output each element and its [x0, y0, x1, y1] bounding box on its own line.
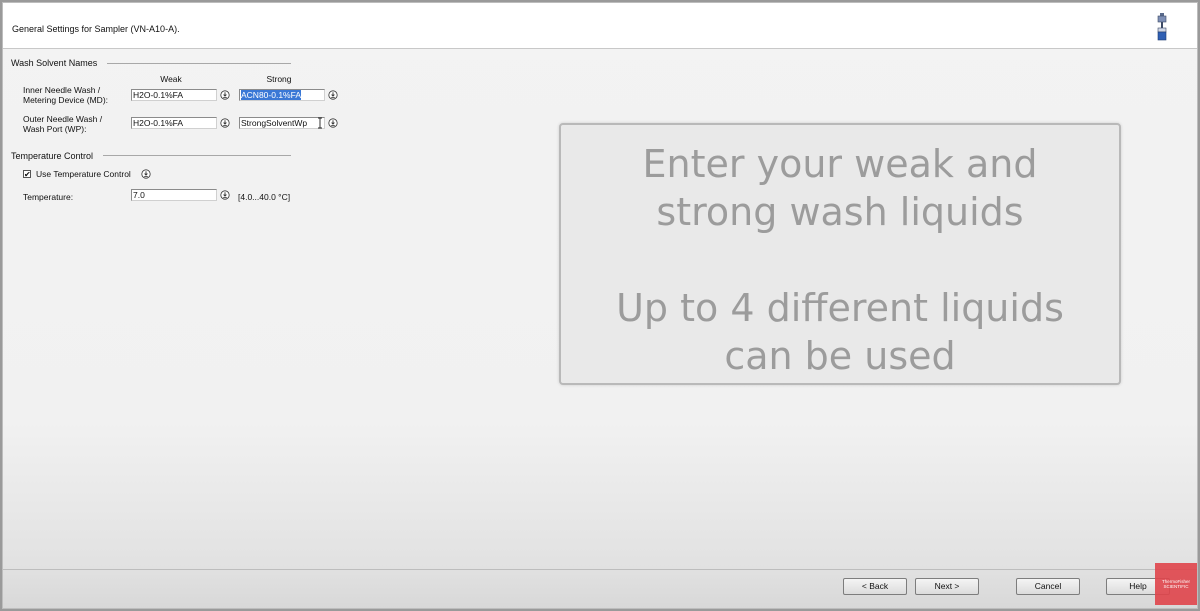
group-divider — [103, 155, 291, 156]
temperature-input[interactable]: 7.0 — [131, 189, 217, 201]
tutorial-overlay: Enter your weak and strong wash liquids … — [559, 123, 1121, 385]
help-icon[interactable] — [328, 90, 338, 100]
input-value: H2O-0.1%FA — [133, 118, 184, 128]
cancel-button[interactable]: Cancel — [1016, 578, 1080, 595]
logo-text: ThermoFisher SCIENTIFIC — [1161, 579, 1190, 589]
overlay-line-1: Enter your weak and — [642, 142, 1038, 186]
page-title: General Settings for Sampler (VN-A10-A). — [12, 24, 180, 34]
wash-solvent-names-heading: Wash Solvent Names — [11, 58, 98, 68]
temperature-label: Temperature: — [23, 192, 74, 202]
help-icon[interactable] — [220, 190, 230, 200]
thermofisher-logo: ThermoFisher SCIENTIFIC — [1155, 563, 1197, 605]
label-line: Wash Port (WP): — [23, 124, 87, 134]
input-value: 7.0 — [133, 190, 145, 200]
input-value: H2O-0.1%FA — [133, 90, 184, 100]
outer-needle-wash-label: Outer Needle Wash / Wash Port (WP): — [23, 114, 102, 134]
wizard-window: General Settings for Sampler (VN-A10-A).… — [2, 2, 1198, 609]
weak-column-header: Weak — [160, 74, 182, 84]
help-icon[interactable] — [220, 90, 230, 100]
temperature-range-hint: [4.0...40.0 °C] — [238, 192, 291, 202]
inner-strong-input[interactable]: ACN80-0.1%FA — [239, 89, 325, 101]
strong-column-header: Strong — [266, 74, 292, 84]
use-temperature-control-label: Use Temperature Control — [36, 169, 131, 179]
outer-weak-input[interactable]: H2O-0.1%FA — [131, 117, 217, 129]
help-icon[interactable] — [328, 118, 338, 128]
input-value: StrongSolventWp — [241, 118, 308, 128]
help-icon[interactable] — [220, 118, 230, 128]
temperature-control-heading: Temperature Control — [11, 151, 94, 161]
sampler-device-icon — [1157, 13, 1167, 41]
inner-needle-wash-label: Inner Needle Wash / Metering Device (MD)… — [23, 85, 108, 105]
footer-divider — [3, 569, 1197, 570]
group-divider — [107, 63, 291, 64]
overlay-line-4: can be used — [724, 334, 956, 378]
label-line: Inner Needle Wash / — [23, 85, 101, 95]
label-line: Metering Device (MD): — [23, 95, 109, 105]
header-bar: General Settings for Sampler (VN-A10-A). — [3, 3, 1197, 49]
inner-weak-input[interactable]: H2O-0.1%FA — [131, 89, 217, 101]
next-button[interactable]: Next > — [915, 578, 979, 595]
back-button[interactable]: < Back — [843, 578, 907, 595]
overlay-line-3: Up to 4 different liquids — [616, 286, 1064, 330]
use-temperature-control-checkbox[interactable]: ✔ — [23, 170, 31, 179]
text-cursor-icon — [318, 117, 322, 129]
label-line: Outer Needle Wash / — [23, 114, 103, 124]
overlay-line-2: strong wash liquids — [656, 190, 1024, 234]
outer-strong-input[interactable]: StrongSolventWp — [239, 117, 325, 129]
help-icon[interactable] — [141, 169, 151, 179]
input-value-selected: ACN80-0.1%FA — [241, 90, 301, 100]
